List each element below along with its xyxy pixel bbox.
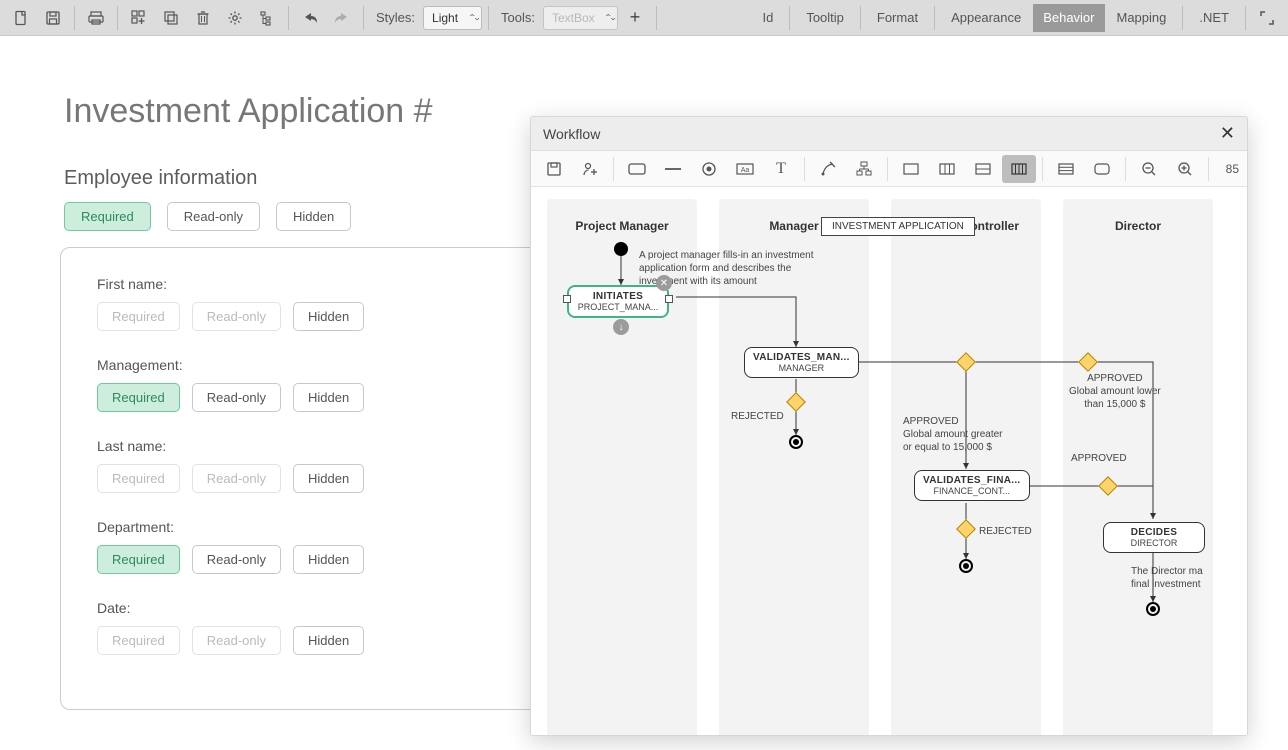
tab-format[interactable]: Format [867, 4, 928, 32]
wf-note-approved3: APPROVED [1071, 452, 1127, 465]
wf-target-icon[interactable] [692, 155, 726, 183]
wf-end-2[interactable] [959, 559, 973, 573]
wf-zoom-out-icon[interactable] [1132, 155, 1166, 183]
wf-lane-dense-icon[interactable] [1002, 155, 1036, 183]
fullscreen-icon[interactable] [1252, 4, 1282, 32]
chip-readonly[interactable]: Read-only [192, 545, 281, 574]
wf-end-3[interactable] [1146, 602, 1160, 616]
save-icon[interactable] [38, 4, 68, 32]
tools-label: Tools: [495, 10, 541, 25]
chip-hidden[interactable]: Hidden [293, 626, 364, 655]
scope-hidden-pill[interactable]: Hidden [276, 202, 351, 231]
wf-edit-path-icon[interactable] [811, 155, 845, 183]
wf-lane-single-icon[interactable] [894, 155, 928, 183]
tools-select[interactable]: TextBox [543, 6, 618, 30]
chip-hidden[interactable]: Hidden [293, 383, 364, 412]
add-tool-icon[interactable]: + [620, 4, 650, 32]
wf-label-icon[interactable]: Aa [728, 155, 762, 183]
wf-lane-rows-icon[interactable] [966, 155, 1000, 183]
wf-note-rejected1: REJECTED [731, 410, 784, 423]
wf-start-node[interactable] [614, 242, 628, 256]
wf-rect-icon[interactable] [620, 155, 654, 183]
wf-note-director: The Director ma final investment [1131, 565, 1203, 591]
add-grid-icon[interactable] [124, 4, 154, 32]
wf-node-delete-icon[interactable]: ✕ [656, 275, 672, 291]
wf-note-rejected2: REJECTED [979, 525, 1032, 538]
chip-required[interactable]: Required [97, 383, 180, 412]
wf-end-1[interactable] [789, 435, 803, 449]
styles-label: Styles: [370, 10, 421, 25]
wf-actor-add-icon[interactable] [573, 155, 607, 183]
wf-zoom-in-icon[interactable] [1168, 155, 1202, 183]
wf-note-approved-lt: APPROVED Global amount lower than 15,000… [1069, 372, 1161, 411]
workflow-close-icon[interactable]: ✕ [1220, 123, 1235, 144]
delete-icon[interactable] [188, 4, 218, 32]
chip-readonly[interactable]: Read-only [192, 383, 281, 412]
chip-hidden[interactable]: Hidden [293, 302, 364, 331]
scope-required-pill[interactable]: Required [64, 202, 151, 231]
app-toolbar: Styles: Light Tools: TextBox + Id Toolti… [0, 0, 1288, 36]
designer-stage: Investment Application # Employee inform… [0, 36, 1288, 750]
duplicate-icon[interactable] [156, 4, 186, 32]
wf-zoom-value: 85 [1226, 162, 1241, 176]
wf-hierarchy-icon[interactable] [847, 155, 881, 183]
settings-gear-icon[interactable] [220, 4, 250, 32]
chip-readonly[interactable]: Read-only [192, 626, 281, 655]
workflow-canvas[interactable]: Project Manager Manager Finance Controll… [531, 187, 1247, 735]
chip-required[interactable]: Required [97, 302, 180, 331]
workflow-header[interactable]: Workflow ✕ [531, 117, 1247, 151]
wf-node-initiates[interactable]: INITIATES PROJECT_MANA... [567, 285, 669, 318]
workflow-title: Workflow [543, 126, 600, 142]
wf-line-icon[interactable] [656, 155, 690, 183]
wf-text-icon[interactable]: T [764, 155, 798, 183]
lane-director[interactable]: Director [1063, 199, 1213, 735]
wf-node-down-icon[interactable]: ↓ [613, 319, 629, 335]
redo-icon[interactable] [327, 4, 357, 32]
tab-dotnet[interactable]: .NET [1189, 4, 1239, 32]
wf-save-icon[interactable] [537, 155, 571, 183]
wf-note-approved-ge: APPROVED Global amount greater or equal … [903, 415, 1003, 454]
tab-mapping[interactable]: Mapping [1107, 4, 1177, 32]
print-icon[interactable] [81, 4, 111, 32]
wf-list-icon[interactable] [1049, 155, 1083, 183]
workflow-toolbar: Aa T 85 [531, 151, 1247, 187]
wf-node-validates-finance[interactable]: VALIDATES_FINA... FINANCE_CONT... [914, 470, 1030, 501]
tab-id[interactable]: Id [752, 4, 783, 32]
wf-title-box[interactable]: INVESTMENT APPLICATION [821, 217, 975, 236]
chip-readonly[interactable]: Read-only [192, 464, 281, 493]
tree-icon[interactable] [252, 4, 282, 32]
scope-readonly-pill[interactable]: Read-only [167, 202, 260, 231]
new-file-icon[interactable] [6, 4, 36, 32]
tab-behavior[interactable]: Behavior [1033, 4, 1104, 32]
wf-round-icon[interactable] [1085, 155, 1119, 183]
chip-required[interactable]: Required [97, 545, 180, 574]
wf-node-decides[interactable]: DECIDES DIRECTOR [1103, 522, 1205, 553]
chip-hidden[interactable]: Hidden [293, 545, 364, 574]
wf-lane-cols-icon[interactable] [930, 155, 964, 183]
tab-tooltip[interactable]: Tooltip [796, 4, 854, 32]
workflow-panel: Workflow ✕ Aa T 85 [530, 116, 1248, 736]
chip-required[interactable]: Required [97, 464, 180, 493]
chip-required[interactable]: Required [97, 626, 180, 655]
chip-readonly[interactable]: Read-only [192, 302, 281, 331]
tab-appearance[interactable]: Appearance [941, 4, 1031, 32]
undo-icon[interactable] [295, 4, 325, 32]
styles-select[interactable]: Light [423, 6, 482, 30]
wf-node-validates-manager[interactable]: VALIDATES_MAN... MANAGER [744, 347, 859, 378]
svg-text:Aa: Aa [741, 167, 750, 174]
lane-finance-controller[interactable]: Finance Controller [891, 199, 1041, 735]
chip-hidden[interactable]: Hidden [293, 464, 364, 493]
